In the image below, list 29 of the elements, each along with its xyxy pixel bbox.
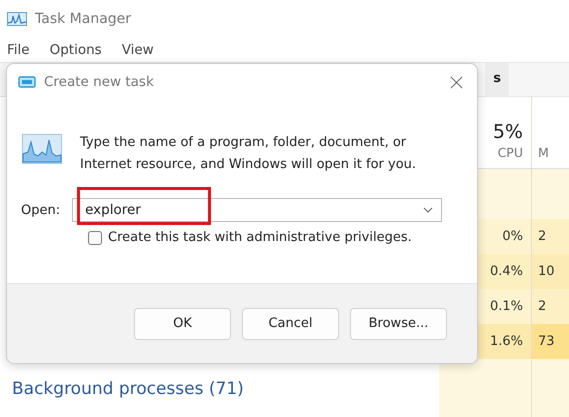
section-heading: Background processes (71) (12, 379, 245, 399)
checkbox[interactable] (88, 230, 102, 244)
input-field[interactable]: explorer (72, 198, 442, 222)
performance-graph-icon (22, 134, 62, 164)
field-label: Open: (21, 202, 60, 218)
tab[interactable]: s (485, 63, 509, 96)
app-icon (7, 12, 27, 26)
menu-item[interactable]: View (122, 42, 154, 58)
table-cell: 2 (532, 219, 569, 254)
table-cell: 73 (532, 324, 569, 359)
table-cell (532, 359, 569, 417)
chevron-down-icon[interactable] (423, 207, 434, 213)
menu-item[interactable]: Options (50, 42, 102, 58)
window-icon (18, 75, 36, 89)
table-cell (532, 169, 569, 219)
column-header[interactable]: M (538, 145, 549, 160)
table-cell: 10 (532, 254, 569, 289)
dialog-button[interactable]: Cancel (242, 308, 339, 340)
instruction-text: Type the name of a program, folder, document, or Internet resource, and Windows will open it for you. (80, 134, 418, 174)
table-cell: 2 (532, 289, 569, 324)
dialog-button[interactable]: OK (134, 308, 231, 340)
column-header[interactable]: CPU (498, 145, 523, 160)
close-icon[interactable] (450, 76, 463, 88)
menu-item[interactable]: File (7, 42, 30, 58)
column-summary: 5% (492, 121, 523, 143)
dialog-title: Create new task (44, 74, 155, 90)
dialog-button[interactable]: Browse... (350, 308, 447, 340)
checkbox-label[interactable]: Create this task with administrative privileges. (108, 230, 412, 245)
window-title: Task Manager (35, 11, 132, 27)
